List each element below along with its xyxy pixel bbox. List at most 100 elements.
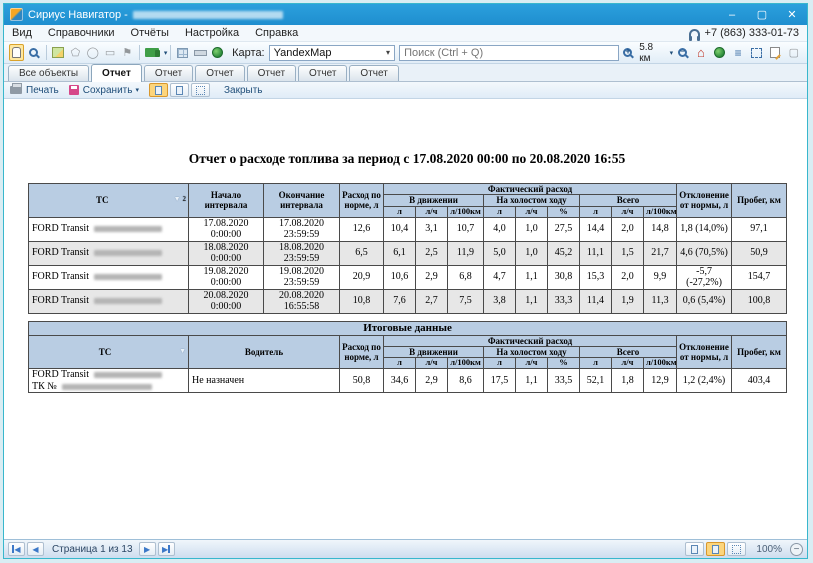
cell: 10,8 (340, 289, 384, 313)
last-page-button[interactable]: ▶ (158, 542, 175, 556)
cell: 4,0 (484, 217, 516, 241)
view-mode-multi-button[interactable] (727, 542, 746, 556)
edit-note-icon[interactable] (767, 44, 784, 61)
zoom-tool-icon[interactable] (26, 44, 41, 61)
zoom-in-icon[interactable] (620, 44, 637, 61)
app-window: Сириус Навигатор - – ▢ ✕ Вид Справочники… (3, 3, 808, 559)
col-header-driver[interactable]: Водитель (189, 335, 340, 369)
cell: 1,2 (2,4%) (677, 369, 732, 393)
tab-report-6[interactable]: Отчет (349, 65, 398, 81)
tab-report-5[interactable]: Отчет (298, 65, 347, 81)
col-header-norm: Расход по норме, л (340, 335, 384, 369)
cell: 11,9 (448, 241, 484, 265)
cell: 50,8 (340, 369, 384, 393)
route-tool-icon[interactable]: ⚑ (120, 44, 135, 61)
report-title: Отчет о расходе топлива за период с 17.0… (28, 151, 786, 167)
legend-icon[interactable]: ≡ (730, 44, 747, 61)
fuel-report-table: ТС ▼2 Начало интервала Окончание интерва… (28, 183, 787, 314)
menu-view[interactable]: Вид (4, 25, 40, 41)
table-view-icon[interactable] (175, 44, 190, 61)
globe-button-icon[interactable] (711, 44, 728, 61)
globe-icon (714, 47, 725, 58)
printer-icon (10, 86, 22, 94)
view-fit-button[interactable] (191, 83, 210, 97)
close-report-button[interactable]: Закрыть (220, 85, 263, 96)
col-header-end[interactable]: Окончание интервала (264, 184, 340, 218)
map-select[interactable]: YandexMap ▾ (269, 45, 395, 61)
cell: 18.08.2020 0:00:00 (189, 241, 264, 265)
first-page-button[interactable]: ◀ (8, 542, 25, 556)
cell: 403,4 (732, 369, 787, 393)
cell: 97,1 (732, 217, 787, 241)
report-page: Отчет о расходе топлива за период с 17.0… (4, 99, 807, 539)
circle-tool-icon[interactable]: ◯ (85, 44, 100, 61)
vehicle-cell: FORD Transit (29, 265, 189, 289)
cell: 1,1 (516, 265, 548, 289)
unit-header: л/ч (516, 358, 548, 369)
cell: 5,0 (484, 241, 516, 265)
col-header-mileage: Пробег, км (732, 335, 787, 369)
tab-all-objects[interactable]: Все объекты (8, 65, 89, 81)
save-button[interactable]: Сохранить ▾ (69, 85, 139, 96)
polygon-tool-icon[interactable]: ⬠ (68, 44, 83, 61)
cell: 11,1 (580, 241, 612, 265)
home-icon[interactable]: ⌂ (693, 44, 710, 61)
tab-report-3[interactable]: Отчет (195, 65, 244, 81)
support-phone: +7 (863) 333-01-73 (689, 27, 807, 39)
edit-map-icon[interactable] (50, 44, 65, 61)
minimize-button[interactable]: – (717, 4, 747, 25)
search-input[interactable] (399, 45, 619, 61)
zoom-out-button[interactable]: − (790, 543, 803, 556)
vehicle-dropdown-arrow[interactable]: ▾ (164, 49, 168, 57)
prev-page-button[interactable]: ◀ (27, 542, 44, 556)
truck-icon (145, 48, 159, 57)
note-icon (770, 47, 780, 58)
page-icon (176, 86, 183, 95)
view-mode-fit-button[interactable] (706, 542, 725, 556)
cell: 18.08.2020 23:59:59 (264, 241, 340, 265)
cell: 9,9 (644, 265, 677, 289)
tab-report-2[interactable]: Отчет (144, 65, 193, 81)
vehicle-icon[interactable] (144, 44, 160, 61)
scale-dropdown-arrow[interactable]: ▾ (670, 49, 674, 57)
rect-tool-icon[interactable]: ▭ (102, 44, 117, 61)
menu-directories[interactable]: Справочники (40, 25, 123, 41)
unit-header: л (484, 206, 516, 217)
view-single-page-button[interactable] (149, 83, 168, 97)
zoom-out-icon[interactable] (674, 44, 691, 61)
page-icon (712, 545, 719, 554)
driver-cell: Не назначен (189, 369, 340, 393)
col-header-tc[interactable]: ТС ▼ (29, 335, 189, 369)
cell: 33,5 (548, 369, 580, 393)
col-header-mileage: Пробег, км (732, 184, 787, 218)
close-button[interactable]: ✕ (777, 4, 807, 25)
cell: 1,5 (612, 241, 644, 265)
tab-report-4[interactable]: Отчет (247, 65, 296, 81)
col-group-idle: На холостом ходу (484, 347, 580, 358)
geo-layers-icon[interactable] (210, 44, 225, 61)
title-bar: Сириус Навигатор - – ▢ ✕ (4, 4, 807, 25)
tab-report-active[interactable]: Отчет (91, 64, 142, 82)
headset-icon (689, 29, 700, 38)
view-continuous-button[interactable] (170, 83, 189, 97)
menu-help[interactable]: Справка (247, 25, 306, 41)
col-header-start[interactable]: Начало интервала (189, 184, 264, 218)
menu-reports[interactable]: Отчёты (123, 25, 177, 41)
unit-header: % (548, 358, 580, 369)
menu-settings[interactable]: Настройка (177, 25, 247, 41)
ruler-icon[interactable] (193, 44, 208, 61)
cell: 52,1 (580, 369, 612, 393)
cell: 2,7 (416, 289, 448, 313)
col-header-deviation: Отклонение от нормы, л (677, 184, 732, 218)
support-phone-number: +7 (863) 333-01-73 (705, 27, 799, 39)
window-title: Сириус Навигатор - (28, 9, 128, 21)
save-dropdown-arrow[interactable]: ▾ (135, 86, 139, 94)
select-area-icon[interactable] (748, 44, 765, 61)
pan-hand-icon[interactable] (9, 44, 24, 61)
print-button[interactable]: Печать (10, 85, 59, 96)
maximize-button[interactable]: ▢ (747, 4, 777, 25)
cell: 1,8 (612, 369, 644, 393)
next-page-button[interactable]: ▶ (139, 542, 156, 556)
col-header-tc[interactable]: ТС ▼2 (29, 184, 189, 218)
view-mode-single-button[interactable] (685, 542, 704, 556)
